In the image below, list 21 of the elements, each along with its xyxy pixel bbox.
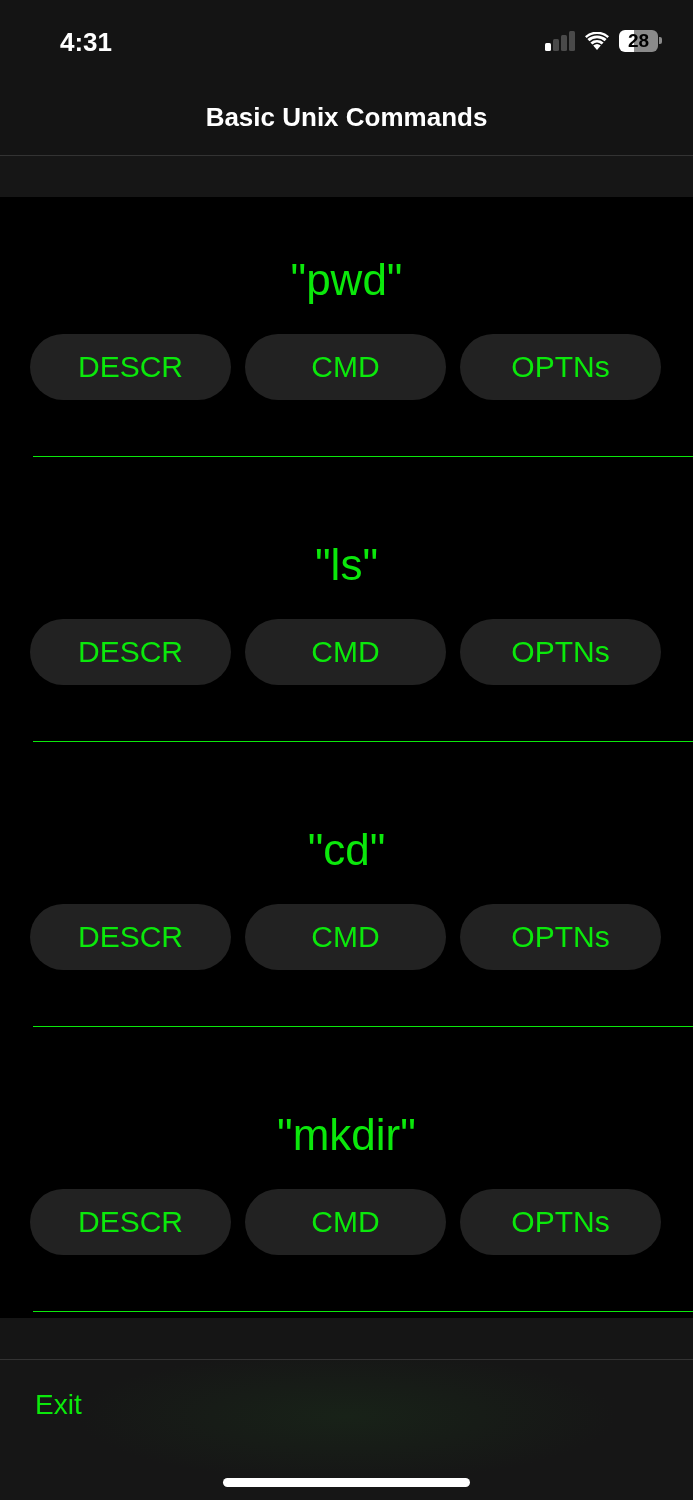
command-option-button[interactable]: CMD [245,1189,446,1255]
command-option-button[interactable]: CMD [245,619,446,685]
command-title: "cd" [307,828,386,872]
status-time: 4:31 [60,28,113,55]
wifi-icon [585,31,609,50]
command-option-button[interactable]: CMD [245,334,446,400]
signal-icon [545,30,575,51]
command-option-button[interactable]: OPTNs [460,904,661,970]
command-option-button[interactable]: CMD [245,904,446,970]
command-option-button[interactable]: DESCR [30,334,231,400]
command-title: "pwd" [290,258,403,302]
command-option-button[interactable]: OPTNs [460,334,661,400]
command-option-button[interactable]: OPTNs [460,619,661,685]
command-title: "mkdir" [277,1113,416,1157]
exit-button[interactable]: Exit [35,1391,82,1419]
command-title: "ls" [315,543,378,587]
navigation-title: Basic Unix Commands [205,104,488,130]
command-option-button[interactable]: DESCR [30,619,231,685]
command-option-button[interactable]: DESCR [30,1189,231,1255]
command-option-button[interactable]: OPTNs [460,1189,661,1255]
command-option-button[interactable]: DESCR [30,904,231,970]
